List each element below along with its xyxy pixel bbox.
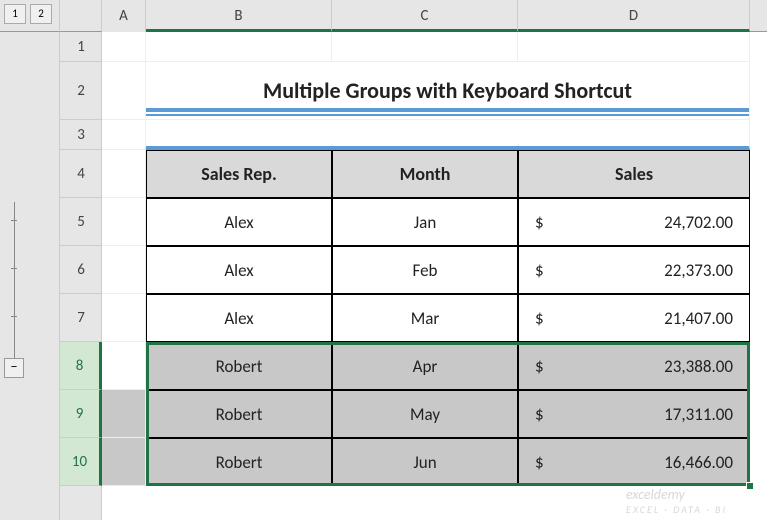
outline-level-2-button[interactable]: 2 xyxy=(30,4,52,24)
row-header-1[interactable]: 1 xyxy=(60,32,102,62)
cell-A9[interactable] xyxy=(102,390,146,438)
sales-amount: 23,388.00 xyxy=(664,356,733,377)
cell-month-6[interactable]: Feb xyxy=(332,246,518,294)
cell-A8[interactable] xyxy=(102,342,146,390)
cell-A1[interactable] xyxy=(102,32,146,62)
cell-sales-5[interactable]: $ 24,702.00 xyxy=(518,198,750,246)
row-header-7[interactable]: 7 xyxy=(60,294,102,342)
group-dot xyxy=(11,220,17,221)
col-header-C[interactable]: C xyxy=(332,0,518,32)
cell-month-5[interactable]: Jan xyxy=(332,198,518,246)
row-headers: 1 2 3 4 5 6 7 8 9 10 xyxy=(60,32,102,520)
cell-rep-10[interactable]: Robert xyxy=(146,438,332,486)
fill-handle[interactable] xyxy=(746,482,754,490)
cell-month-8[interactable]: Apr xyxy=(332,342,518,390)
outline-level-controls: 1 2 xyxy=(0,0,60,32)
currency-symbol: $ xyxy=(535,404,544,425)
cell-A6[interactable] xyxy=(102,246,146,294)
cell-rep-7[interactable]: Alex xyxy=(146,294,332,342)
cell-sales-8[interactable]: $ 23,388.00 xyxy=(518,342,750,390)
currency-symbol: $ xyxy=(535,212,544,233)
row-header-4[interactable]: 4 xyxy=(60,150,102,198)
cell-month-9[interactable]: May xyxy=(332,390,518,438)
cell-C1[interactable] xyxy=(332,32,518,62)
cell-rep-9[interactable]: Robert xyxy=(146,390,332,438)
cell-rep-6[interactable]: Alex xyxy=(146,246,332,294)
cell-A10[interactable] xyxy=(102,438,146,486)
header-sales[interactable]: Sales xyxy=(518,150,750,198)
group-dot xyxy=(11,316,17,317)
sales-amount: 24,702.00 xyxy=(664,212,733,233)
col-header-D[interactable]: D xyxy=(518,0,750,32)
cell-month-10[interactable]: Jun xyxy=(332,438,518,486)
cell-A5[interactable] xyxy=(102,198,146,246)
cell-A7[interactable] xyxy=(102,294,146,342)
sales-amount: 21,407.00 xyxy=(664,308,733,329)
row-header-2[interactable]: 2 xyxy=(60,62,102,120)
outline-level-1-button[interactable]: 1 xyxy=(4,4,26,24)
cell-sales-10[interactable]: $ 16,466.00 xyxy=(518,438,750,486)
cell-A4[interactable] xyxy=(102,150,146,198)
currency-symbol: $ xyxy=(535,356,544,377)
row-header-10[interactable]: 10 xyxy=(60,438,102,486)
currency-symbol: $ xyxy=(535,260,544,281)
column-headers: A B C D xyxy=(102,0,767,32)
currency-symbol: $ xyxy=(535,452,544,473)
header-sales-rep[interactable]: Sales Rep. xyxy=(146,150,332,198)
row-header-8[interactable]: 8 xyxy=(60,342,102,390)
cell-rep-8[interactable]: Robert xyxy=(146,342,332,390)
cell-sales-7[interactable]: $ 21,407.00 xyxy=(518,294,750,342)
cell-A3[interactable] xyxy=(102,120,146,150)
sales-amount: 22,373.00 xyxy=(664,260,733,281)
cell-B1[interactable] xyxy=(146,32,332,62)
cell-rep-5[interactable]: Alex xyxy=(146,198,332,246)
cell-B3-D3[interactable] xyxy=(146,120,750,150)
row-header-3[interactable]: 3 xyxy=(60,120,102,150)
sales-amount: 16,466.00 xyxy=(664,452,733,473)
col-header-B[interactable]: B xyxy=(146,0,332,32)
row-header-9[interactable]: 9 xyxy=(60,390,102,438)
header-month[interactable]: Month xyxy=(332,150,518,198)
currency-symbol: $ xyxy=(535,308,544,329)
group-dot xyxy=(11,268,17,269)
group-collapse-button[interactable]: − xyxy=(4,358,24,378)
cell-A2[interactable] xyxy=(102,62,146,120)
select-all-corner[interactable] xyxy=(60,0,102,32)
outline-gutter: − xyxy=(0,32,60,520)
col-header-A[interactable]: A xyxy=(102,0,146,32)
row-header-5[interactable]: 5 xyxy=(60,198,102,246)
cell-D1[interactable] xyxy=(518,32,750,62)
group-line xyxy=(14,202,15,367)
cell-sales-9[interactable]: $ 17,311.00 xyxy=(518,390,750,438)
watermark: exceldemy EXCEL · DATA · BI xyxy=(626,486,727,516)
watermark-main: exceldemy xyxy=(626,486,685,503)
spreadsheet-grid[interactable]: Multiple Groups with Keyboard Shortcut S… xyxy=(102,32,767,520)
sales-amount: 17,311.00 xyxy=(664,404,733,425)
row-header-6[interactable]: 6 xyxy=(60,246,102,294)
cell-month-7[interactable]: Mar xyxy=(332,294,518,342)
watermark-sub: EXCEL · DATA · BI xyxy=(626,503,727,516)
cell-sales-6[interactable]: $ 22,373.00 xyxy=(518,246,750,294)
